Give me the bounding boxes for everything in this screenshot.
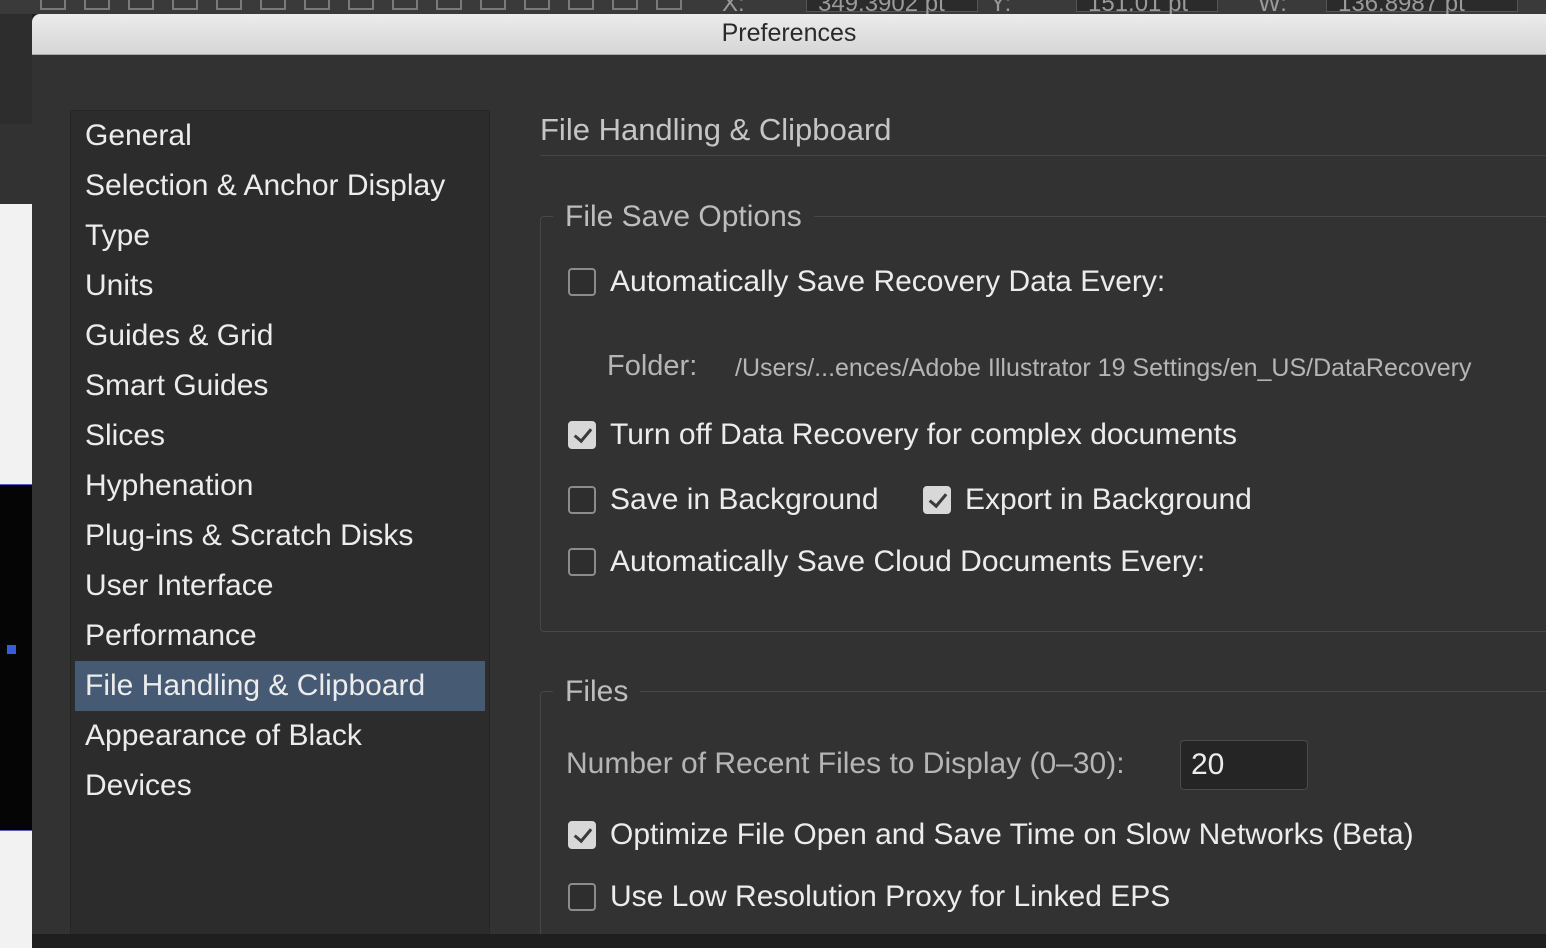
background-panel-band (0, 124, 32, 204)
preferences-category-list: General Selection & Anchor Display Type … (70, 110, 490, 934)
sidebar-item-user-interface[interactable]: User Interface (75, 561, 485, 611)
auto-save-recovery-label[interactable]: Automatically Save Recovery Data Every: (610, 265, 1165, 299)
w-label: W: (1258, 0, 1287, 14)
auto-save-cloud-label[interactable]: Automatically Save Cloud Documents Every… (610, 545, 1205, 579)
align-icon (172, 0, 198, 10)
y-value: 151.01 pt (1088, 0, 1189, 14)
align-icon (436, 0, 462, 10)
align-icons (40, 0, 682, 14)
file-save-options-heading: File Save Options (553, 200, 814, 234)
export-in-background-option[interactable]: Export in Background (923, 480, 1252, 520)
auto-save-cloud-option[interactable]: Automatically Save Cloud Documents Every… (568, 542, 1205, 582)
align-icon (40, 0, 66, 10)
anchor-point-icon (7, 645, 16, 654)
turn-off-recovery-option[interactable]: Turn off Data Recovery for complex docum… (568, 415, 1237, 455)
turn-off-recovery-checkbox[interactable] (568, 421, 596, 449)
align-icon (348, 0, 374, 10)
align-icon (304, 0, 330, 10)
align-icon (612, 0, 638, 10)
sidebar-item-devices[interactable]: Devices (75, 761, 485, 811)
recent-files-input[interactable] (1180, 740, 1308, 790)
align-icon (656, 0, 682, 10)
align-icon (568, 0, 594, 10)
sidebar-item-selection-anchor-display[interactable]: Selection & Anchor Display (75, 161, 485, 211)
sidebar-item-units[interactable]: Units (75, 261, 485, 311)
align-icon (128, 0, 154, 10)
export-in-background-label[interactable]: Export in Background (965, 483, 1252, 517)
title-divider (540, 155, 1546, 156)
auto-save-recovery-checkbox[interactable] (568, 268, 596, 296)
low-res-proxy-option[interactable]: Use Low Resolution Proxy for Linked EPS (568, 877, 1170, 917)
sidebar-item-smart-guides[interactable]: Smart Guides (75, 361, 485, 411)
recent-files-label: Number of Recent Files to Display (0–30)… (566, 747, 1125, 780)
optimize-file-open-label[interactable]: Optimize File Open and Save Time on Slow… (610, 818, 1414, 852)
export-in-background-checkbox[interactable] (923, 486, 951, 514)
artwork-region (0, 484, 32, 831)
sidebar-item-hyphenation[interactable]: Hyphenation (75, 461, 485, 511)
save-in-background-checkbox[interactable] (568, 486, 596, 514)
optimize-file-open-checkbox[interactable] (568, 821, 596, 849)
sidebar-item-guides-grid[interactable]: Guides & Grid (75, 311, 485, 361)
align-icon (84, 0, 110, 10)
sidebar-item-slices[interactable]: Slices (75, 411, 485, 461)
background-canvas-strip (0, 14, 32, 948)
x-label: X: (722, 0, 745, 14)
auto-save-recovery-option[interactable]: Automatically Save Recovery Data Every: (568, 262, 1165, 302)
turn-off-recovery-label[interactable]: Turn off Data Recovery for complex docum… (610, 418, 1237, 452)
sidebar-item-general[interactable]: General (75, 111, 485, 161)
page-title: File Handling & Clipboard (540, 112, 892, 147)
save-in-background-option[interactable]: Save in Background (568, 480, 879, 520)
align-icon (524, 0, 550, 10)
sidebar-item-file-handling-clipboard[interactable]: File Handling & Clipboard (75, 661, 485, 711)
preferences-dialog: Preferences General Selection & Anchor D… (32, 14, 1546, 934)
files-heading: Files (553, 675, 641, 709)
align-icon (216, 0, 242, 10)
align-icon (260, 0, 286, 10)
low-res-proxy-checkbox[interactable] (568, 883, 596, 911)
align-icon (480, 0, 506, 10)
align-icon (392, 0, 418, 10)
folder-path: /Users/...ences/Adobe Illustrator 19 Set… (735, 354, 1472, 382)
low-res-proxy-label[interactable]: Use Low Resolution Proxy for Linked EPS (610, 880, 1170, 914)
save-in-background-label[interactable]: Save in Background (610, 483, 879, 517)
dialog-title: Preferences (721, 19, 857, 47)
optimize-file-open-option[interactable]: Optimize File Open and Save Time on Slow… (568, 815, 1414, 855)
w-value: 136.8987 pt (1338, 0, 1465, 14)
y-label: Y: (990, 0, 1012, 14)
dialog-titlebar[interactable]: Preferences (32, 14, 1546, 55)
x-value: 349.3902 pt (818, 0, 945, 14)
sidebar-item-type[interactable]: Type (75, 211, 485, 261)
sidebar-item-plugins-scratch-disks[interactable]: Plug-ins & Scratch Disks (75, 511, 485, 561)
folder-label: Folder: (607, 350, 698, 382)
sidebar-item-performance[interactable]: Performance (75, 611, 485, 661)
auto-save-cloud-checkbox[interactable] (568, 548, 596, 576)
background-toolbar: X: 349.3902 pt Y: 151.01 pt W: 136.8987 … (0, 0, 1546, 14)
sidebar-item-appearance-of-black[interactable]: Appearance of Black (75, 711, 485, 761)
